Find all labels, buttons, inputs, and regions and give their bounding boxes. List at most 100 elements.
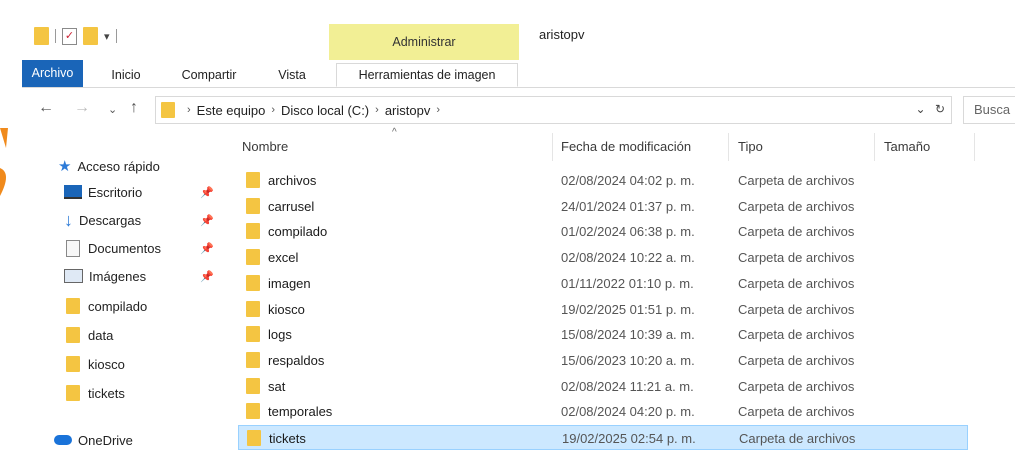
breadcrumb-disco-local[interactable]: Disco local (C:) <box>281 103 369 118</box>
file-date: 02/08/2024 04:02 p. m. <box>561 173 695 188</box>
folder-icon <box>246 249 260 266</box>
quick-access-toolbar: ✓ ▾ <box>34 27 117 45</box>
file-type: Carpeta de archivos <box>738 275 855 291</box>
folder-icon <box>246 274 260 291</box>
ribbon-tabs: Archivo Inicio Compartir Vista Herramien… <box>22 60 1015 88</box>
file-date: 24/01/2024 01:37 p. m. <box>561 198 695 214</box>
refresh-icon[interactable]: ↻ <box>935 102 945 116</box>
sidebar-item-acceso-rapido[interactable]: ★ Acceso rápido <box>58 154 160 178</box>
sidebar-item-label: Imágenes <box>89 268 147 284</box>
file-name: sat <box>268 378 286 394</box>
up-icon[interactable]: ↑ <box>130 99 138 117</box>
search-placeholder: Busca <box>974 102 1011 117</box>
column-divider[interactable] <box>552 133 553 161</box>
sidebar-item-data[interactable]: data <box>66 323 113 347</box>
chevron-right-icon[interactable]: › <box>375 104 379 116</box>
forward-icon[interactable]: → <box>74 99 90 117</box>
folder-icon <box>246 326 260 343</box>
navigation-bar: ← → ⌄ ↑ › Este equipo › Disco local (C:)… <box>22 93 1015 125</box>
tab-herramientas-de-imagen[interactable]: Herramientas de imagen <box>336 63 518 87</box>
file-name: carrusel <box>268 198 315 214</box>
sidebar-item-documentos[interactable]: Documentos 📌 <box>66 236 224 260</box>
file-explorer-window: ✓ ▾ Administrar aristopv Archivo Inicio … <box>22 10 1015 460</box>
file-row[interactable]: carrusel 24/01/2024 01:37 p. m. Carpeta de… <box>238 194 968 219</box>
title-bar: ✓ ▾ Administrar aristopv <box>22 10 1015 60</box>
tab-inicio[interactable]: Inicio <box>98 64 154 86</box>
folder-icon <box>246 300 260 317</box>
file-row[interactable]: imagen 01/11/2022 01:10 p. m. Carpeta de a… <box>238 271 968 296</box>
sidebar-item-kiosco[interactable]: kiosco <box>66 352 125 376</box>
file-name: archivos <box>268 173 317 188</box>
folder-icon <box>247 430 261 446</box>
file-name: compilado <box>268 224 328 240</box>
file-date: 02/08/2024 04:20 p. m. <box>561 404 695 420</box>
column-header-tipo[interactable]: Tipo <box>738 139 763 154</box>
file-date: 15/06/2023 10:20 a. m. <box>561 352 695 368</box>
navigation-pane: ★ Acceso rápido Escritorio 📌 ↓ Descargas… <box>22 128 222 468</box>
tab-vista[interactable]: Vista <box>264 64 320 86</box>
file-row[interactable]: excel 02/08/2024 10:22 a. m. Carpeta de ar… <box>238 245 968 270</box>
recent-locations-icon[interactable]: ⌄ <box>108 103 117 116</box>
sidebar-item-label: Acceso rápido <box>77 158 160 174</box>
sidebar-item-compilado[interactable]: compilado <box>66 294 147 318</box>
pin-icon[interactable]: 📌 <box>200 214 214 227</box>
column-divider[interactable] <box>728 133 729 161</box>
file-type: Carpeta de archivos <box>738 301 855 317</box>
file-row[interactable]: sat 02/08/2024 11:21 a. m. Carpeta de arch… <box>238 374 968 399</box>
chevron-right-icon[interactable]: › <box>436 104 440 116</box>
folder-icon <box>246 197 260 214</box>
properties-icon[interactable]: ✓ <box>62 27 77 45</box>
pin-icon[interactable]: 📌 <box>200 242 214 255</box>
file-row[interactable]: tickets 19/02/2025 02:54 p. m. Carpeta de … <box>238 425 968 450</box>
pin-icon[interactable]: 📌 <box>200 270 214 283</box>
file-name: logs <box>268 327 292 343</box>
sidebar-item-label: Documentos <box>88 240 161 256</box>
breadcrumb-este-equipo[interactable]: Este equipo <box>197 103 266 118</box>
folder-icon <box>66 327 80 343</box>
file-row[interactable]: archivos 02/08/2024 04:02 p. m. Carpeta de… <box>238 168 968 193</box>
folder-icon <box>161 102 175 118</box>
new-folder-icon[interactable] <box>83 27 98 45</box>
file-row[interactable]: compilado 01/02/2024 06:38 p. m. Carpeta d… <box>238 219 968 244</box>
column-header-fecha[interactable]: Fecha de modificación <box>561 139 691 154</box>
breadcrumb-aristopv[interactable]: aristopv <box>385 103 431 118</box>
address-controls: ⌄ ↻ <box>916 102 945 116</box>
star-icon: ★ <box>58 158 72 175</box>
chevron-down-icon[interactable]: ⌄ <box>916 102 926 116</box>
file-type: Carpeta de archivos <box>738 378 855 394</box>
sidebar-item-descargas[interactable]: ↓ Descargas 📌 <box>64 208 224 232</box>
file-row[interactable]: temporales 02/08/2024 04:20 p. m. Carpeta … <box>238 399 968 424</box>
contextual-tab-group-label: Administrar <box>392 35 456 49</box>
chevron-right-icon[interactable]: › <box>271 104 275 116</box>
tab-archivo[interactable]: Archivo <box>22 60 83 87</box>
column-divider[interactable] <box>874 133 875 161</box>
folder-icon <box>66 385 80 401</box>
pin-icon[interactable]: 📌 <box>200 186 214 199</box>
sidebar-item-label: compilado <box>88 298 148 314</box>
divider <box>115 29 117 43</box>
file-type: Carpeta de archivos <box>738 224 855 240</box>
file-row[interactable]: logs 15/08/2024 10:39 a. m. Carpeta de arc… <box>238 322 968 347</box>
chevron-right-icon[interactable]: › <box>187 104 191 116</box>
sidebar-item-escritorio[interactable]: Escritorio 📌 <box>64 180 224 204</box>
sidebar-item-label: kiosco <box>88 356 125 372</box>
search-input[interactable]: Busca <box>963 96 1015 124</box>
sidebar-item-imagenes[interactable]: Imágenes 📌 <box>64 264 224 288</box>
file-row[interactable]: respaldos 15/06/2023 10:20 a. m. Carpeta d… <box>238 348 968 373</box>
column-divider[interactable] <box>974 133 975 161</box>
back-icon[interactable]: ← <box>38 99 54 117</box>
sidebar-item-tickets[interactable]: tickets <box>66 381 125 405</box>
divider <box>55 29 56 43</box>
contextual-tab-group: Administrar <box>329 24 519 60</box>
cloud-icon <box>54 435 72 445</box>
column-header-nombre[interactable]: Nombre <box>242 139 288 154</box>
address-bar[interactable]: › Este equipo › Disco local (C:) › arist… <box>155 96 952 124</box>
column-header-tamano[interactable]: Tamaño <box>884 139 930 154</box>
file-date: 19/02/2025 01:51 p. m. <box>561 301 695 317</box>
file-type: Carpeta de archivos <box>738 250 855 266</box>
folder-icon <box>246 172 260 188</box>
tab-compartir[interactable]: Compartir <box>170 64 248 86</box>
customize-toolbar-icon[interactable]: ▾ <box>104 30 110 43</box>
sidebar-item-onedrive[interactable]: OneDrive <box>54 428 133 452</box>
file-row[interactable]: kiosco 19/02/2025 01:51 p. m. Carpeta de a… <box>238 297 968 322</box>
